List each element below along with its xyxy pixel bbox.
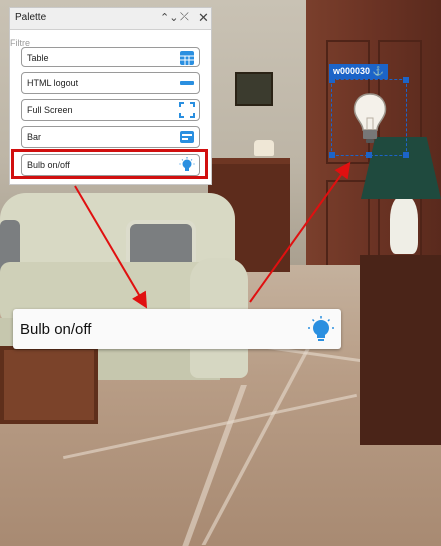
preview-label: Bulb on/off — [20, 321, 92, 338]
arrow-palette-to-preview — [74, 185, 148, 309]
arrow-preview-to-widget — [249, 161, 351, 303]
bulb-icon — [308, 316, 334, 341]
annotation-arrows — [74, 161, 351, 309]
bulb-preview-item[interactable]: Bulb on/off — [13, 309, 341, 349]
